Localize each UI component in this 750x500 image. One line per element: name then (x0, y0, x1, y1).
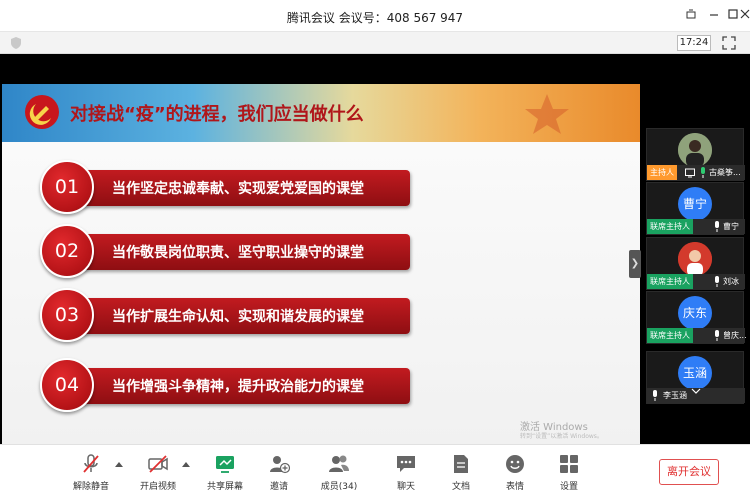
participant-name: 刘冰 (723, 277, 739, 286)
chat-icon (397, 456, 415, 472)
screen-share-icon (685, 168, 695, 178)
role-badge: 联席主持人 (647, 219, 693, 234)
slide-heading: 对接战“疫”的进程，我们应当做什么 (70, 104, 364, 125)
chat-button[interactable]: 聊天 (381, 453, 431, 497)
avatar (678, 133, 712, 167)
role-badge: 联席主持人 (647, 274, 693, 289)
collapse-panel-button[interactable]: ❯ (629, 250, 641, 278)
party-emblem-icon (25, 95, 59, 129)
person-photo-icon (678, 133, 712, 167)
invite-button[interactable]: 邀请 (254, 453, 304, 497)
chat-label: 聊天 (396, 482, 415, 492)
add-person-icon (270, 456, 290, 474)
item-number: 01 (54, 176, 80, 198)
mic-muted-icon (83, 454, 99, 473)
item-text: 当作敬畏岗位职责、坚守职业操守的课堂 (112, 245, 364, 261)
participant-name: 曾庆... (723, 331, 747, 340)
meeting-stage: 对接战“疫”的进程，我们应当做什么 01 当作坚定忠诚奉献、实现爱党爱国的课堂 … (0, 54, 750, 444)
slide-item-3: 03 当作扩展生命认知、实现和谐发展的课堂 (40, 288, 412, 342)
caret-up-icon[interactable] (182, 461, 190, 467)
item-text: 当作增强斗争精神，提升政治能力的课堂 (112, 379, 364, 395)
start-video-button[interactable]: 开启视频 (133, 453, 183, 497)
avatar: 曹宁 (678, 187, 712, 221)
participant-tile[interactable]: 联席主持人 刘冰 (646, 237, 745, 290)
fullscreen-icon[interactable] (722, 36, 736, 50)
emoji-icon (506, 455, 524, 473)
leave-meeting-button[interactable]: 离开会议 (659, 459, 719, 485)
star-decoration-icon (525, 94, 569, 134)
mic-icon (653, 390, 657, 401)
participant-name: 曹宁 (723, 222, 739, 231)
close-icon[interactable] (738, 8, 750, 22)
chevron-down-icon[interactable] (691, 388, 701, 394)
settings-button[interactable]: 设置 (544, 453, 594, 497)
restore-icon[interactable] (684, 8, 698, 22)
mic-icon (701, 167, 705, 178)
window-title: 腾讯会议 会议号：408 567 947 (286, 11, 464, 25)
person-photo-icon (678, 242, 712, 276)
item-number: 04 (54, 374, 80, 396)
participant-tile[interactable]: 曹宁 联席主持人 曹宁 (646, 182, 745, 235)
share-screen-icon (216, 456, 234, 473)
item-text: 当作扩展生命认知、实现和谐发展的课堂 (112, 309, 364, 325)
shared-slide: 对接战“疫”的进程，我们应当做什么 01 当作坚定忠诚奉献、实现爱党爱国的课堂 … (2, 84, 640, 444)
mic-icon (715, 221, 719, 232)
members-label: 成员(34) (320, 482, 358, 492)
unmute-button[interactable]: 解除静音 (66, 453, 116, 497)
activation-watermark-sub: 转到“设置”以激活 Windows。 (520, 433, 603, 440)
mic-icon (715, 276, 719, 287)
emoji-label: 表情 (505, 482, 524, 492)
participant-name: 李玉涵 (663, 391, 687, 400)
participant-name: 古燊筝... (709, 168, 741, 177)
slide-item-1: 01 当作坚定忠诚奉献、实现爱党爱国的课堂 (40, 160, 412, 214)
item-number: 03 (54, 304, 80, 326)
avatar: 庆东 (678, 296, 712, 330)
docs-button[interactable]: 文档 (436, 453, 486, 497)
avatar (678, 242, 712, 276)
meeting-timer: 17:24 (677, 35, 711, 51)
participant-tile[interactable]: 庆东 联席主持人 曾庆... (646, 291, 747, 344)
role-badge: 主持人 (647, 165, 677, 180)
grid-settings-icon (560, 455, 578, 473)
members-icon (329, 455, 349, 472)
camera-off-icon (148, 455, 168, 473)
meeting-toolbar: 解除静音 开启视频 共享屏幕 邀请 成员(34) 聊天 文档 表情 设置 离开会… (0, 444, 750, 500)
share-screen-button[interactable]: 共享屏幕 (200, 453, 250, 497)
title-bar: 腾讯会议 会议号：408 567 947 (0, 0, 750, 32)
participant-tile[interactable]: 玉涵 李玉涵 (646, 351, 745, 404)
caret-up-icon[interactable] (115, 461, 123, 467)
shield-icon[interactable] (10, 36, 22, 50)
mic-icon (715, 330, 719, 341)
invite-label: 邀请 (269, 482, 288, 492)
members-button[interactable]: 成员(34) (314, 453, 364, 497)
unmute-label: 解除静音 (72, 482, 109, 492)
participant-tile[interactable]: 主持人 古燊筝... (646, 128, 745, 181)
emoji-button[interactable]: 表情 (490, 453, 540, 497)
item-number: 02 (54, 240, 80, 262)
slide-item-2: 02 当作敬畏岗位职责、坚守职业操守的课堂 (40, 224, 412, 278)
avatar: 玉涵 (678, 356, 712, 390)
document-icon (454, 455, 468, 473)
start-video-label: 开启视频 (139, 482, 176, 492)
share-screen-label: 共享屏幕 (206, 482, 243, 492)
docs-label: 文档 (451, 482, 470, 492)
settings-label: 设置 (559, 482, 578, 492)
info-bar: 17:24 (0, 32, 750, 54)
slide-banner: 对接战“疫”的进程，我们应当做什么 (2, 84, 640, 142)
item-text: 当作坚定忠诚奉献、实现爱党爱国的课堂 (112, 181, 364, 197)
slide-item-4: 04 当作增强斗争精神，提升政治能力的课堂 (40, 358, 412, 412)
role-badge: 联席主持人 (647, 328, 693, 343)
minimize-icon[interactable] (707, 8, 721, 22)
